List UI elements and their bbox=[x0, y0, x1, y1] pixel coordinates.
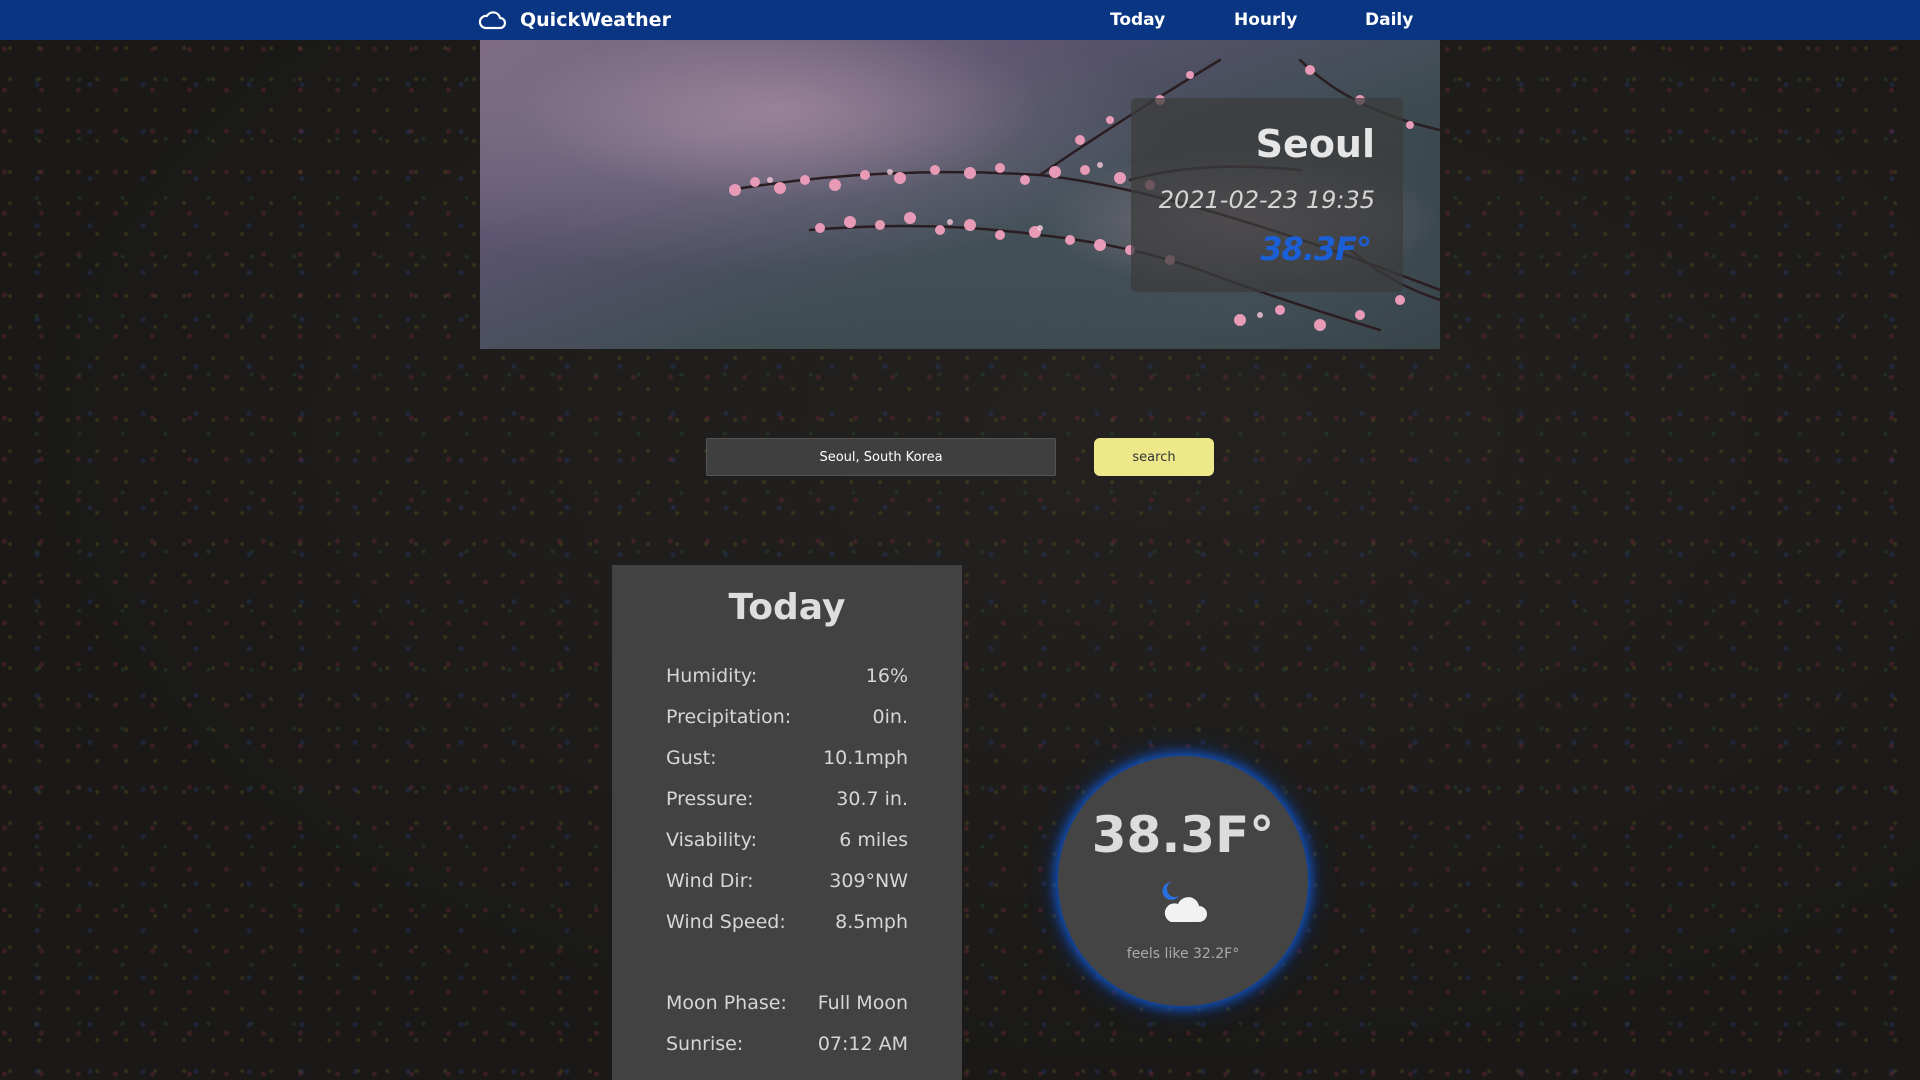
nav-link-today[interactable]: Today bbox=[1110, 0, 1165, 40]
detail-row-humidity: Humidity: 16% bbox=[666, 661, 908, 691]
detail-value: 10.1mph bbox=[823, 747, 908, 769]
detail-label: Visability: bbox=[666, 829, 758, 851]
current-temperature: 38.3F° bbox=[1091, 806, 1275, 864]
hero-banner: Seoul 2021-02-23 19:35 38.3F° bbox=[480, 40, 1440, 349]
detail-label: Pressure: bbox=[666, 788, 754, 810]
detail-value: 16% bbox=[865, 665, 908, 687]
hero-datetime: 2021-02-23 19:35 bbox=[1158, 186, 1375, 214]
detail-row-visibility: Visability: 6 miles bbox=[666, 825, 908, 855]
detail-row-gust: Gust: 10.1mph bbox=[666, 743, 908, 773]
today-panel: Today Humidity: 16% Precipitation: 0in. … bbox=[612, 565, 962, 1080]
detail-label: Gust: bbox=[666, 747, 717, 769]
search-input[interactable] bbox=[706, 438, 1056, 476]
detail-value: 309°NW bbox=[829, 870, 908, 892]
detail-label: Moon Phase: bbox=[666, 992, 787, 1014]
night-cloudy-icon bbox=[1162, 882, 1207, 922]
search-button[interactable]: search bbox=[1094, 438, 1214, 476]
nav-link-hourly[interactable]: Hourly bbox=[1234, 0, 1297, 40]
detail-label: Wind Speed: bbox=[666, 911, 786, 933]
detail-row-moon-phase: Moon Phase: Full Moon bbox=[666, 988, 908, 1018]
detail-value: 30.7 in. bbox=[836, 788, 908, 810]
today-title: Today bbox=[728, 587, 846, 628]
feels-like: feels like 32.2F° bbox=[1126, 946, 1240, 962]
cloud-logo-icon bbox=[478, 11, 506, 30]
detail-row-sunrise: Sunrise: 07:12 AM bbox=[666, 1029, 908, 1059]
detail-label: Humidity: bbox=[666, 665, 758, 687]
hero-weather-card: Seoul 2021-02-23 19:35 38.3F° bbox=[1131, 98, 1403, 292]
detail-label: Precipitation: bbox=[666, 706, 792, 728]
detail-value: 0in. bbox=[872, 706, 908, 728]
detail-row-wind-speed: Wind Speed: 8.5mph bbox=[666, 907, 908, 937]
hero-temperature: 38.3F° bbox=[1260, 230, 1372, 268]
brand[interactable]: QuickWeather bbox=[478, 0, 671, 40]
detail-row-precipitation: Precipitation: 0in. bbox=[666, 702, 908, 732]
detail-row-pressure: Pressure: 30.7 in. bbox=[666, 784, 908, 814]
nav-link-daily[interactable]: Daily bbox=[1365, 0, 1413, 40]
current-temp-circle: 38.3F° feels like 32.2F° bbox=[1058, 756, 1308, 1006]
brand-name: QuickWeather bbox=[520, 9, 671, 31]
detail-label: Sunrise: bbox=[666, 1033, 744, 1055]
detail-value: 07:12 AM bbox=[817, 1033, 908, 1055]
navbar: QuickWeather Today Hourly Daily bbox=[0, 0, 1920, 40]
detail-label: Wind Dir: bbox=[666, 870, 754, 892]
detail-row-wind-dir: Wind Dir: 309°NW bbox=[666, 866, 908, 896]
hero-city: Seoul bbox=[1255, 122, 1375, 166]
detail-value: 8.5mph bbox=[835, 911, 908, 933]
detail-value: Full Moon bbox=[817, 992, 908, 1014]
detail-value: 6 miles bbox=[839, 829, 908, 851]
